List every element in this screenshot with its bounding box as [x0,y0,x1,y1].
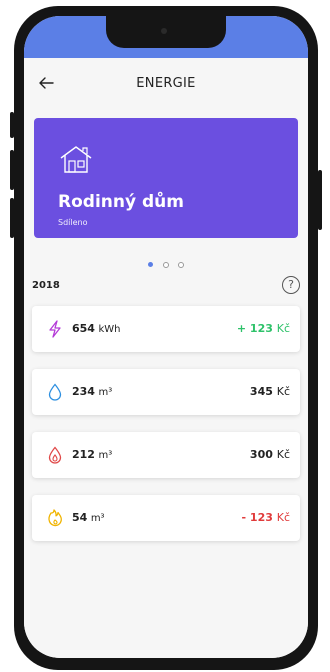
energy-price: + 123 Kč [236,322,290,335]
phone-frame: ENERGIE Rodinný dům Sdíleno 2018 ? 654 k… [14,6,318,670]
house-icon [60,146,92,173]
water-price: 345 Kč [249,385,290,398]
energy-item-water[interactable]: 234 m³ 345 Kč [32,369,300,415]
water-value: 234 m³ [72,385,113,398]
camera-icon [161,28,167,34]
status-bar [24,16,308,58]
notch [106,16,226,48]
property-shared-label: Sdíleno [58,218,88,227]
heat-price: 300 Kč [249,448,290,461]
flame-icon [48,446,62,464]
carousel-dot-active[interactable] [148,262,154,267]
gas-value: 54 m³ [72,511,105,524]
carousel-dot[interactable] [177,261,184,268]
carousel-dots [24,254,308,268]
app-header: ENERGIE [24,70,308,100]
energy-item-heat[interactable]: 212 m³ 300 Kč [32,432,300,478]
gas-icon [48,509,62,527]
energy-value: 654 kWh [72,322,121,335]
power-button [318,170,322,230]
app-content: ENERGIE Rodinný dům Sdíleno 2018 ? 654 k… [24,58,308,658]
property-card[interactable]: Rodinný dům Sdíleno [34,118,298,238]
carousel-dot[interactable] [162,261,169,268]
heat-value: 212 m³ [72,448,113,461]
lightning-icon [49,320,61,338]
gas-price: - 123 Kč [241,511,290,524]
energy-item-electricity[interactable]: 654 kWh + 123 Kč [32,306,300,352]
help-icon[interactable]: ? [282,276,300,294]
energy-item-gas[interactable]: 54 m³ - 123 Kč [32,495,300,541]
property-name: Rodinný dům [58,192,184,212]
page-title: ENERGIE [136,76,196,91]
water-drop-icon [48,383,62,401]
year-label: 2018 [32,280,60,291]
screen: ENERGIE Rodinný dům Sdíleno 2018 ? 654 k… [24,16,308,658]
